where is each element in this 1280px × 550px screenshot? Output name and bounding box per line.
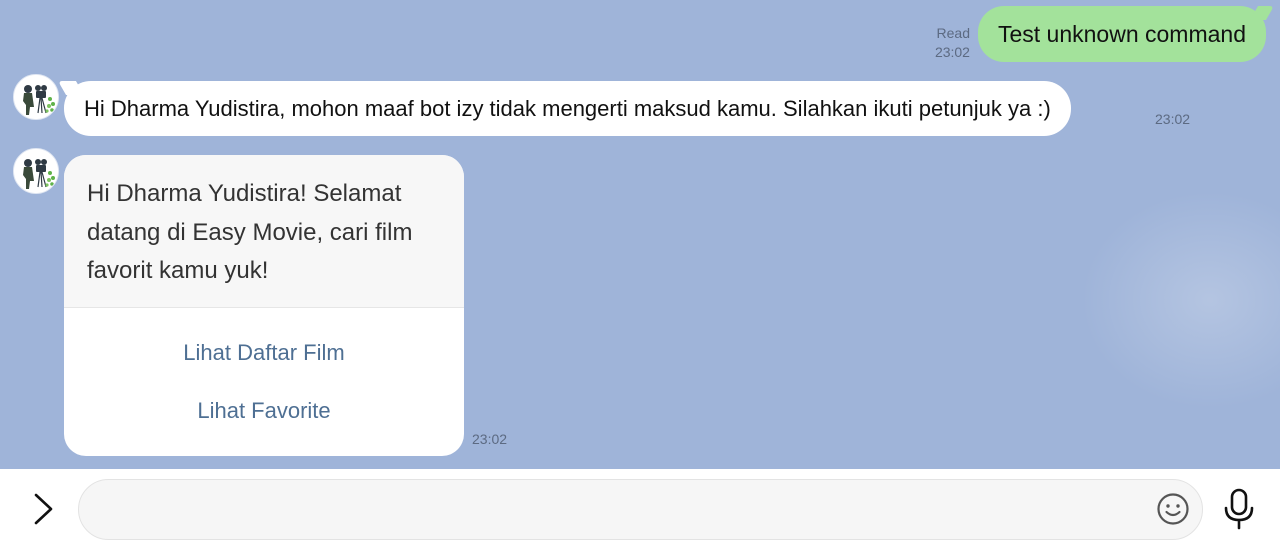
message-input[interactable]	[78, 479, 1203, 540]
voice-message-button[interactable]	[1220, 486, 1258, 532]
bot-avatar[interactable]	[13, 74, 59, 120]
message-time: 23:02	[1155, 111, 1191, 127]
expand-menu-button[interactable]	[26, 489, 62, 529]
microphone-icon	[1224, 488, 1254, 530]
emoji-button[interactable]	[1155, 491, 1191, 527]
outgoing-message-row: Read 23:02 Test unknown command	[935, 6, 1266, 62]
bot-avatar[interactable]	[13, 148, 59, 194]
bot-avatar-image	[14, 149, 58, 193]
lihat-favorite-button[interactable]: Lihat Favorite	[64, 397, 464, 425]
background-decoration	[1080, 190, 1280, 410]
chat-area[interactable]: Read 23:02 Test unknown command Hi Dharm…	[0, 0, 1280, 469]
emoji-icon	[1157, 493, 1189, 525]
chevron-right-icon	[34, 493, 53, 525]
message-input-bar	[0, 469, 1280, 550]
incoming-message-bubble[interactable]: Hi Dharma Yudistira, mohon maaf bot izy …	[64, 81, 1071, 136]
lihat-daftar-film-button[interactable]: Lihat Daftar Film	[64, 339, 464, 367]
bot-avatar-image	[14, 75, 58, 119]
message-meta: Read 23:02	[935, 24, 970, 62]
read-receipt: Read	[936, 25, 970, 41]
message-time: 23:02	[472, 431, 508, 447]
card-message-text: Hi Dharma Yudistira! Selamat datang di E…	[64, 155, 464, 308]
message-time: 23:02	[934, 44, 970, 60]
bot-menu-card: Hi Dharma Yudistira! Selamat datang di E…	[64, 155, 464, 456]
outgoing-message-bubble[interactable]: Test unknown command	[977, 6, 1266, 62]
